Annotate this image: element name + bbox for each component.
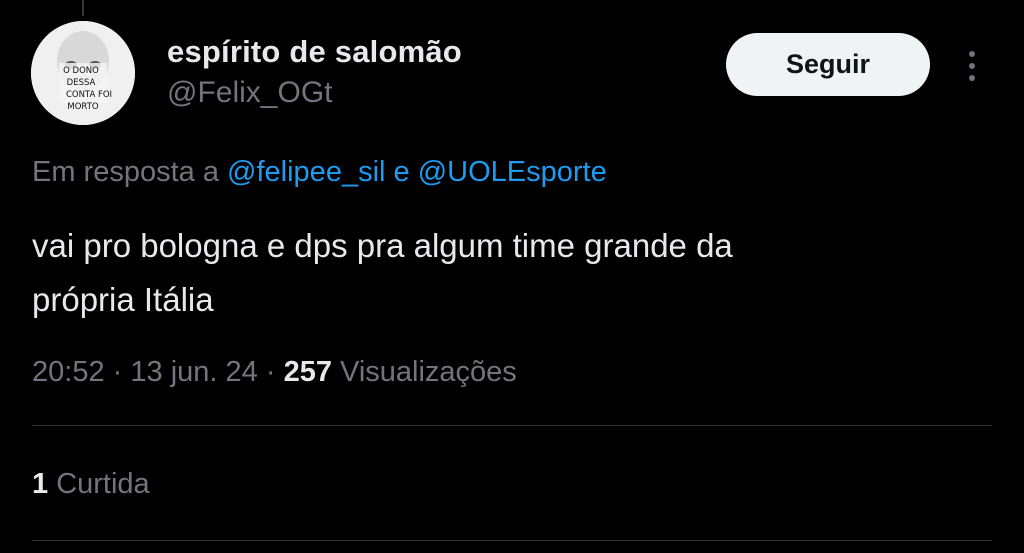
tweet-meta: 20:52 · 13 jun. 24 · 257 Visualizações: [32, 356, 517, 389]
tweet-time[interactable]: 20:52: [32, 356, 105, 388]
author-handle[interactable]: @Felix_OGt: [167, 76, 332, 110]
views-label: Visualizações: [340, 356, 517, 388]
tweet-date[interactable]: 13 jun. 24: [130, 356, 257, 388]
follow-button[interactable]: Seguir: [726, 33, 930, 96]
meta-separator: ·: [265, 356, 276, 388]
reply-context: Em resposta a @felipee_sil e @UOLEsporte: [32, 156, 607, 189]
avatar-caption-line: O DONO: [63, 66, 99, 76]
avatar-caption-line: MORTO: [67, 102, 99, 112]
likes-count: 1: [32, 468, 49, 500]
divider: [32, 540, 992, 541]
more-dot: [969, 63, 975, 69]
avatar-caption-line: CONTA FOI: [66, 90, 112, 100]
meta-separator: ·: [112, 356, 123, 388]
tweet-text: vai pro bologna e dps pra algum time gra…: [32, 219, 972, 327]
avatar-caption-line: DESSA: [67, 78, 96, 88]
likes-label: Curtida: [56, 468, 150, 500]
mention-link[interactable]: @UOLEsporte: [418, 156, 607, 188]
tweet-text-line: vai pro bologna e dps pra algum time gra…: [32, 227, 733, 264]
thread-connector-line: [82, 0, 84, 16]
avatar[interactable]: O DONO DESSA CONTA FOI MORTO: [31, 21, 135, 125]
author-display-name[interactable]: espírito de salomão: [167, 34, 462, 70]
views-count: 257: [283, 356, 332, 388]
mention-connector: e: [393, 156, 410, 188]
more-vertical-icon[interactable]: [956, 44, 988, 88]
likes-link[interactable]: 1 Curtida: [32, 468, 150, 501]
reply-prefix: Em resposta a: [32, 156, 219, 188]
divider: [32, 425, 992, 426]
mention-link[interactable]: @felipee_sil: [227, 156, 385, 188]
more-dot: [969, 75, 975, 81]
avatar-image: O DONO DESSA CONTA FOI MORTO: [31, 21, 135, 125]
tweet-text-line: própria Itália: [32, 281, 214, 318]
more-dot: [969, 51, 975, 57]
